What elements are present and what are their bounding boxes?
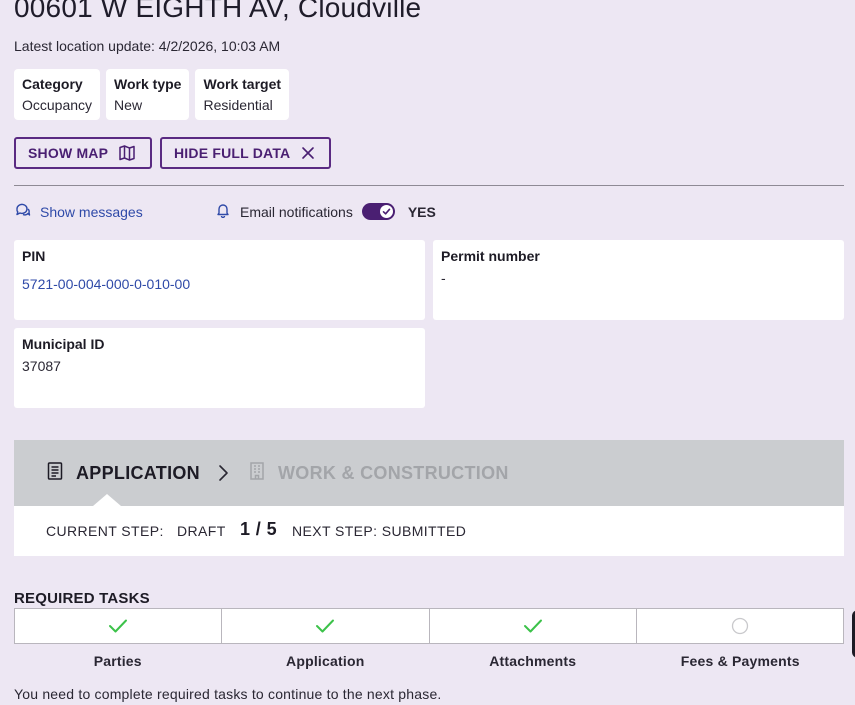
hide-full-data-button[interactable]: HIDE FULL DATA	[160, 137, 331, 169]
task-label-parties[interactable]: Parties	[14, 653, 222, 669]
required-tasks-status	[14, 608, 844, 644]
pin-label: PIN	[22, 248, 46, 264]
document-icon	[46, 461, 64, 486]
check-icon	[109, 619, 128, 633]
check-icon	[316, 619, 335, 633]
pin-card: PIN 5721-00-004-000-0-010-00	[14, 240, 425, 320]
current-step-label: CURRENT STEP:	[46, 523, 164, 539]
task-status-application[interactable]	[222, 609, 430, 643]
pin-link[interactable]: 5721-00-004-000-0-010-00	[22, 276, 417, 292]
chat-icon	[14, 202, 31, 222]
hide-full-data-label: HIDE FULL DATA	[174, 145, 291, 161]
phase-application[interactable]: APPLICATION	[46, 440, 200, 506]
phase-work-label: WORK & CONSTRUCTION	[278, 462, 509, 483]
task-status-attachments[interactable]	[430, 609, 637, 643]
task-label-attachments[interactable]: Attachments	[429, 653, 637, 669]
location-update: Latest location update: 4/2/2026, 10:03 …	[14, 38, 281, 54]
toggle-knob	[379, 205, 393, 218]
chip-value: Residential	[203, 97, 273, 113]
task-status-parties[interactable]	[15, 609, 223, 643]
email-notifications: Email notifications YES	[215, 202, 436, 221]
current-step-value: DRAFT	[177, 523, 226, 539]
email-notifications-toggle[interactable]	[361, 203, 395, 220]
phase-work-construction[interactable]: WORK & CONSTRUCTION	[248, 440, 509, 506]
chip-work-target: Work target Residential	[195, 69, 290, 120]
required-tasks-title: REQUIRED TASKS	[14, 590, 150, 607]
task-label-application[interactable]: Application	[222, 653, 430, 669]
active-phase-pointer	[93, 494, 121, 506]
chip-work-type: Work type New	[106, 69, 190, 120]
page-title: 00601 W EIGHTH AV, Cloudville	[14, 0, 422, 23]
required-tasks-note: You need to complete required tasks to c…	[14, 686, 442, 702]
show-map-button[interactable]: SHOW MAP	[14, 137, 152, 169]
phase-bar: APPLICATION WORK & CONSTRUCTION	[14, 440, 844, 506]
task-status-fees-payments[interactable]	[637, 609, 843, 643]
next-step: NEXT STEP: SUBMITTED	[292, 523, 467, 539]
permit-card: Permit number -	[433, 240, 844, 320]
email-state: YES	[407, 203, 436, 220]
required-tasks-labels: Parties Application Attachments Fees & P…	[14, 653, 844, 669]
pending-circle-icon	[731, 617, 749, 635]
chip-label: Work type	[114, 76, 182, 92]
check-icon	[523, 619, 542, 633]
show-map-label: SHOW MAP	[28, 145, 109, 161]
map-icon	[118, 144, 136, 162]
municipal-id-label: Municipal ID	[22, 336, 105, 352]
phase-application-label: APPLICATION	[76, 462, 200, 483]
chevron-right-icon	[214, 463, 232, 488]
close-icon	[300, 145, 316, 161]
chip-label: Work target	[203, 76, 282, 92]
step-bar: CURRENT STEP: DRAFT 1 / 5 NEXT STEP: SUB…	[14, 506, 844, 556]
permit-value: -	[441, 270, 446, 286]
messages-row: Show messages Email notifications YES	[14, 202, 844, 222]
step-count: 1 / 5	[240, 519, 278, 539]
summary-chips: Category Occupancy Work type New Work ta…	[14, 69, 290, 120]
municipal-id-value: 37087	[22, 358, 61, 374]
task-label-fees-payments[interactable]: Fees & Payments	[637, 653, 845, 669]
email-notifications-label: Email notifications	[240, 203, 353, 220]
municipal-id-card: Municipal ID 37087	[14, 328, 425, 408]
permit-label: Permit number	[441, 248, 540, 264]
section-divider	[14, 185, 844, 186]
show-messages-link[interactable]: Show messages	[14, 202, 143, 222]
check-icon	[382, 208, 391, 215]
chip-category: Category Occupancy	[14, 69, 101, 120]
chip-label: Category	[22, 76, 83, 92]
chip-value: New	[114, 97, 143, 113]
bell-icon	[215, 202, 231, 221]
building-icon	[248, 461, 266, 486]
chip-value: Occupancy	[22, 97, 93, 113]
show-messages-label: Show messages	[40, 204, 143, 220]
